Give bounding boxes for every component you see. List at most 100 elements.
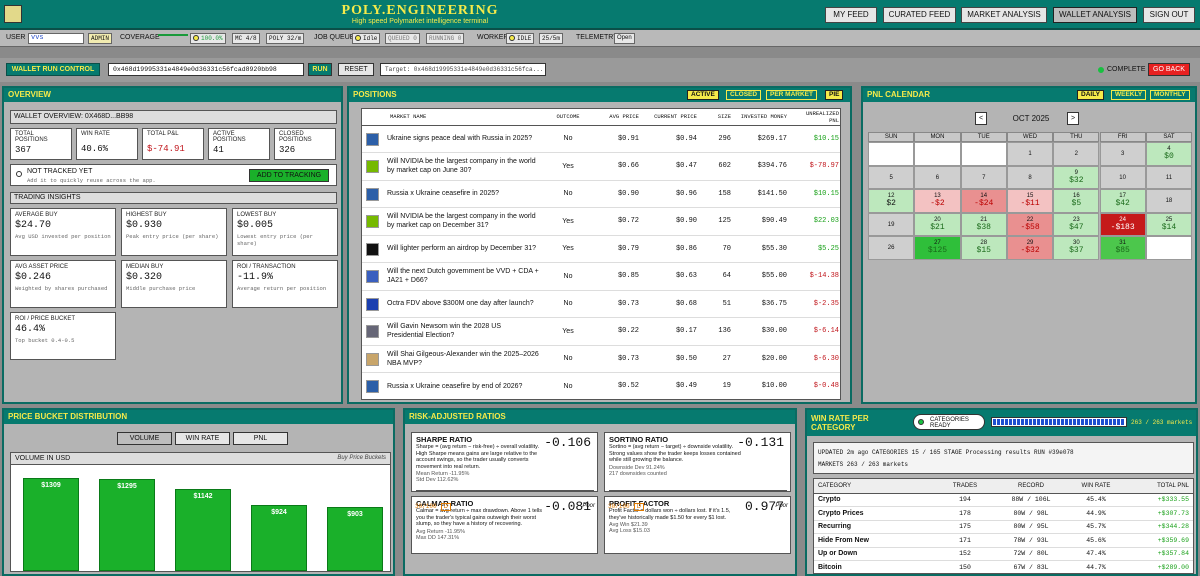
calendar-day-cell[interactable]: 7 [960, 165, 1007, 189]
tab-win-rate[interactable]: WIN RATE [175, 432, 230, 445]
position-row[interactable]: Will NVIDIA be the largest company in th… [362, 153, 840, 180]
calendar-day-cell[interactable]: 18 [1145, 189, 1193, 213]
tab-weekly[interactable]: WEEKLY [1111, 90, 1147, 100]
category-row[interactable]: Crypto Prices 178 80W / 98L 44.9% +$307.73 [814, 507, 1193, 520]
reset-button[interactable]: RESET [338, 63, 374, 76]
category-row[interactable]: Up or Down 152 72W / 80L 47.4% +$357.84 [814, 547, 1193, 561]
market-name[interactable]: Russia x Ukraine ceasefire in 2025? [365, 189, 539, 198]
category-row[interactable]: Crypto 194 88W / 106L 45.4% +$333.55 [814, 493, 1193, 507]
run-button[interactable]: RUN [308, 63, 332, 76]
calendar-day-cell[interactable]: 1 [1006, 142, 1054, 166]
market-name[interactable]: Ukraine signs peace deal with Russia in … [365, 134, 539, 143]
calendar-day-cell[interactable]: 8 [1006, 165, 1054, 189]
nav-market-analysis[interactable]: MARKET ANALYSIS [961, 7, 1047, 23]
calendar-day-cell[interactable]: 22 -$58 [1006, 212, 1054, 236]
calendar-day-cell[interactable]: 30 $37 [1053, 236, 1100, 260]
telemetry-button[interactable]: Open [614, 33, 635, 44]
nav-curated-feed[interactable]: CURATED FEED [883, 7, 956, 23]
calendar-day-cell[interactable]: 24 -$183 [1099, 212, 1146, 236]
tab-volume[interactable]: VOLUME [117, 432, 172, 445]
bucket-bar[interactable]: $903 [327, 506, 383, 571]
calendar-day-cell[interactable]: 27 $125 [914, 236, 961, 260]
tab-per-market[interactable]: PER MARKET [766, 90, 817, 100]
calendar-day-cell[interactable]: 29 -$32 [1006, 236, 1054, 260]
calendar-day-cell[interactable]: 9 $32 [1053, 165, 1100, 189]
wallet-address-input[interactable]: 0x468d19995331e4849e0d36331c56fcad8920bb… [108, 63, 304, 76]
calendar-day-cell[interactable]: 13 -$2 [914, 189, 961, 213]
calendar-day-cell[interactable] [914, 142, 961, 166]
position-row[interactable]: Ukraine signs peace deal with Russia in … [362, 125, 840, 153]
position-row[interactable]: Will Gavin Newsom win the 2028 US Presid… [362, 318, 840, 345]
calendar-day-cell[interactable]: 21 $38 [960, 212, 1007, 236]
category-column-header[interactable]: TOTAL PNL [1126, 479, 1193, 493]
calendar-day-cell[interactable]: 14 -$24 [960, 189, 1007, 213]
bucket-bar[interactable]: $1142 [175, 489, 231, 571]
position-row[interactable]: Russia x Ukraine ceasefire by end of 202… [362, 373, 840, 400]
calendar-day-cell[interactable]: 23 $47 [1053, 212, 1100, 236]
calendar-day-cell[interactable]: 25 $14 [1145, 212, 1193, 236]
calendar-week-cell[interactable]: 12 $2 [868, 189, 915, 213]
market-name[interactable]: Will NVIDIA be the largest company in th… [365, 157, 539, 175]
nav-sign-out[interactable]: SIGN OUT [1143, 7, 1195, 23]
positions-column-header[interactable]: UNREALIZED PNL [790, 109, 840, 125]
tab-closed[interactable]: CLOSED [726, 90, 762, 100]
calendar-week-cell[interactable]: 26 [868, 236, 915, 260]
prev-month-button[interactable]: < [975, 112, 987, 125]
nav-my-feed[interactable]: MY FEED [825, 7, 877, 23]
category-row[interactable]: Recurring 175 80W / 95L 45.7% +$344.28 [814, 520, 1193, 534]
go-back-button[interactable]: GO BACK [1148, 63, 1190, 76]
market-name[interactable]: Will Gavin Newsom win the 2028 US Presid… [365, 322, 539, 340]
add-to-tracking-button[interactable]: ADD TO TRACKING [249, 169, 329, 182]
calendar-day-cell[interactable] [960, 142, 1007, 166]
tab-pnl[interactable]: PNL [233, 432, 288, 445]
tab-pie[interactable]: PIE [825, 90, 844, 100]
category-column-header[interactable]: RECORD [996, 479, 1066, 493]
position-row[interactable]: Will lighter perform an airdrop by Decem… [362, 235, 840, 263]
market-name[interactable]: Octra FDV above $300M one day after laun… [365, 299, 539, 308]
tracking-radio-icon[interactable] [16, 171, 22, 177]
positions-column-header[interactable]: INVESTED MONEY [734, 109, 790, 125]
market-name[interactable]: Will the next Dutch government be VVD + … [365, 267, 539, 285]
position-row[interactable]: Russia x Ukraine ceasefire in 2025? No $0.… [362, 180, 840, 208]
calendar-day-cell[interactable]: 15 -$11 [1006, 189, 1054, 213]
category-column-header[interactable]: TRADES [934, 479, 996, 493]
calendar-day-cell[interactable] [868, 142, 915, 166]
calendar-day-cell[interactable] [1145, 236, 1193, 260]
calendar-week-cell[interactable]: 19 [868, 212, 915, 236]
bucket-bar[interactable]: $1295 [99, 478, 155, 571]
positions-column-header[interactable]: AVG PRICE [594, 109, 642, 125]
category-column-header[interactable]: CATEGORY [814, 479, 934, 493]
tab-daily[interactable]: DAILY [1077, 90, 1104, 100]
positions-column-header[interactable]: MARKET NAME [362, 109, 542, 125]
calendar-day-cell[interactable]: 4 $0 [1145, 142, 1193, 166]
calendar-day-cell[interactable]: 2 [1053, 142, 1100, 166]
calendar-day-cell[interactable]: 28 $15 [960, 236, 1007, 260]
next-month-button[interactable]: > [1067, 112, 1079, 125]
calendar-day-cell[interactable]: 16 $5 [1053, 189, 1100, 213]
calendar-day-cell[interactable]: 11 [1145, 165, 1193, 189]
calendar-day-cell[interactable]: 6 [914, 165, 961, 189]
market-name[interactable]: Will lighter perform an airdrop by Decem… [365, 244, 539, 253]
nav-wallet-analysis[interactable]: WALLET ANALYSIS [1053, 7, 1137, 23]
calendar-day-cell[interactable]: 20 $21 [914, 212, 961, 236]
calendar-day-cell[interactable]: 10 [1099, 165, 1146, 189]
position-row[interactable]: Will Shai Gilgeous-Alexander win the 202… [362, 345, 840, 373]
market-name[interactable]: Will Shai Gilgeous-Alexander win the 202… [365, 350, 539, 368]
positions-column-header[interactable]: CURRENT PRICE [642, 109, 700, 125]
calendar-day-cell[interactable]: 31 $85 [1099, 236, 1146, 260]
calendar-day-cell[interactable]: 17 $42 [1099, 189, 1146, 213]
category-row[interactable]: Hide From New 171 78W / 93L 45.6% +$359.69 [814, 534, 1193, 547]
market-name[interactable]: Russia x Ukraine ceasefire by end of 202… [365, 382, 539, 391]
position-row[interactable]: Will NVIDIA be the largest company in th… [362, 208, 840, 235]
bucket-bar[interactable]: $924 [251, 505, 307, 571]
position-row[interactable]: Will the next Dutch government be VVD + … [362, 263, 840, 290]
position-row[interactable]: Octra FDV above $300M one day after laun… [362, 290, 840, 318]
positions-column-header[interactable]: SIZE [700, 109, 734, 125]
bucket-bar[interactable]: $1309 [23, 477, 79, 571]
calendar-week-cell[interactable]: 5 [868, 165, 915, 189]
calendar-day-cell[interactable]: 3 [1099, 142, 1146, 166]
tab-active[interactable]: ACTIVE [687, 90, 719, 100]
user-field[interactable]: vvs [28, 33, 84, 44]
tab-monthly[interactable]: MONTHLY [1150, 90, 1190, 100]
market-name[interactable]: Will NVIDIA be the largest company in th… [365, 212, 539, 230]
